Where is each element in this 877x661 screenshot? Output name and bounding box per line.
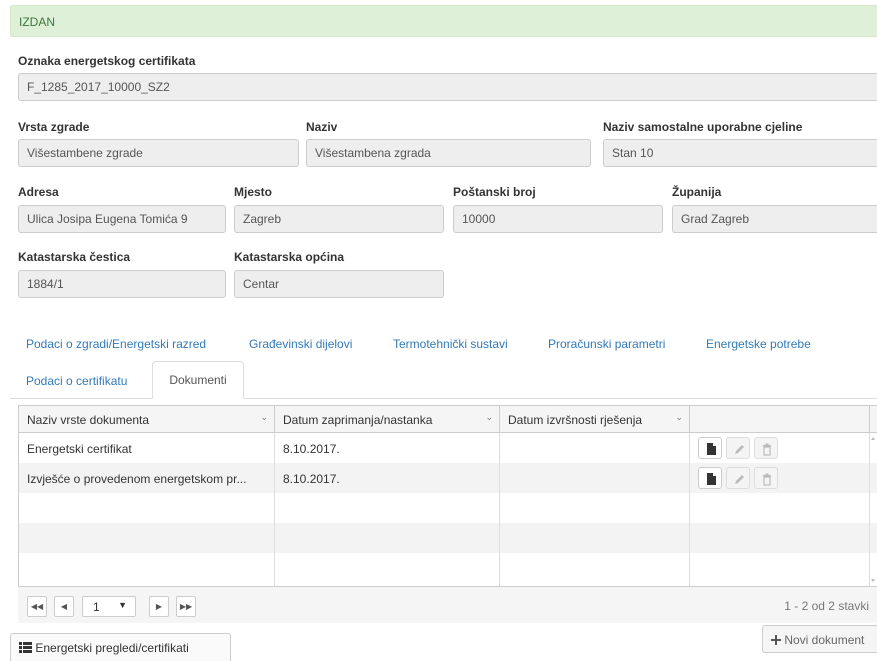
grid-pager: ◀◀ ◀ 1 ▼ ▶ ▶▶ 1 - 2 od 2 stavki <box>18 586 877 623</box>
actions-cell <box>690 463 870 493</box>
document-type-cell: Energetski certifikat <box>19 433 275 463</box>
column-header-received-date[interactable]: Datum zaprimanja/nastanka ⌄ <box>275 406 500 433</box>
edit-document-button[interactable] <box>726 467 750 489</box>
column-header-actions <box>690 406 870 433</box>
next-page-button[interactable]: ▶ <box>149 596 169 617</box>
table-row[interactable]: Izvješće o provedenom energetskom pr... … <box>19 463 877 493</box>
effective-date-cell <box>500 463 690 493</box>
list-icon <box>19 642 32 653</box>
certificate-field[interactable]: F_1285_2017_10000_SZ2 <box>18 73 877 101</box>
status-banner: IZDAN <box>10 5 877 37</box>
pager-info: 1 - 2 od 2 stavki <box>784 599 869 613</box>
column-header-document-type[interactable]: Naziv vrste dokumenta ⌄ <box>19 406 275 433</box>
actions-cell <box>690 433 870 463</box>
pencil-icon <box>735 445 744 454</box>
received-date-cell: 8.10.2017. <box>275 433 500 463</box>
city-label: Mjesto <box>234 185 273 199</box>
view-document-button[interactable] <box>698 467 722 489</box>
chevron-down-icon[interactable]: ⌄ <box>675 412 683 423</box>
column-header-effective-date[interactable]: Datum izvršnosti rješenja ⌄ <box>500 406 690 433</box>
building-type-field[interactable]: Višestambene zgrade <box>18 139 299 167</box>
chevron-down-icon[interactable]: ⌄ <box>260 412 268 423</box>
view-document-button[interactable] <box>698 437 722 459</box>
trash-icon <box>763 443 771 456</box>
chevron-down-icon[interactable]: ⌄ <box>485 412 493 423</box>
address-label: Adresa <box>18 185 59 199</box>
trash-icon <box>763 473 771 486</box>
cadastral-municipality-field[interactable]: Centar <box>234 270 444 298</box>
page-select[interactable]: 1 ▼ <box>82 596 136 617</box>
tab-thermotechnical-systems[interactable]: Termotehnički sustavi <box>393 337 508 351</box>
delete-document-button[interactable] <box>754 467 778 489</box>
postal-code-label: Poštanski broj <box>453 185 536 199</box>
tab-building-energy-class[interactable]: Podaci o zgradi/Energetski razred <box>26 337 206 351</box>
delete-document-button[interactable] <box>754 437 778 459</box>
county-label: Županija <box>672 185 722 199</box>
building-type-label: Vrsta zgrade <box>18 120 90 134</box>
table-row[interactable]: Energetski certifikat 8.10.2017. <box>19 433 877 463</box>
unit-name-label: Naziv samostalne uporabne cjeline <box>603 120 803 134</box>
county-field[interactable]: Grad Zagreb <box>672 205 877 233</box>
empty-row <box>19 523 877 553</box>
certificate-label: Oznaka energetskog certifikata <box>18 54 196 68</box>
cadastral-municipality-label: Katastarska općina <box>234 250 345 264</box>
edit-document-button[interactable] <box>726 437 750 459</box>
tab-building-parts[interactable]: Građevinski dijelovi <box>249 337 352 351</box>
vertical-scrollbar[interactable] <box>869 433 877 586</box>
file-icon <box>707 473 716 485</box>
empty-row <box>19 553 877 586</box>
tab-certificate-data[interactable]: Podaci o certifikatu <box>26 374 127 388</box>
address-field[interactable]: Ulica Josipa Eugena Tomića 9 <box>18 205 226 233</box>
tab-calculation-parameters[interactable]: Proračunski parametri <box>548 337 665 351</box>
city-field[interactable]: Zagreb <box>234 205 444 233</box>
document-type-cell: Izvješće o provedenom energetskom pr... <box>19 463 275 493</box>
empty-row <box>19 493 877 523</box>
cadastral-parcel-label: Katastarska čestica <box>18 250 131 264</box>
postal-code-field[interactable]: 10000 <box>453 205 663 233</box>
building-name-label: Naziv <box>306 120 338 134</box>
pencil-icon <box>735 475 744 484</box>
previous-page-button[interactable]: ◀ <box>54 596 74 617</box>
first-page-button[interactable]: ◀◀ <box>27 596 47 617</box>
plus-icon <box>771 635 781 645</box>
file-icon <box>707 443 716 455</box>
cadastral-parcel-field[interactable]: 1884/1 <box>18 270 226 298</box>
column-header-filler <box>870 406 877 433</box>
certificates-list-button[interactable]: Energetski pregledi/certifikati <box>10 633 231 661</box>
tab-energy-needs[interactable]: Energetske potrebe <box>706 337 811 351</box>
unit-name-field[interactable]: Stan 10 <box>603 139 877 167</box>
tabs-divider <box>10 398 877 399</box>
caret-down-icon: ▼ <box>118 600 127 610</box>
building-name-field[interactable]: Višestambena zgrada <box>306 139 591 167</box>
last-page-button[interactable]: ▶▶ <box>176 596 196 617</box>
tab-documents[interactable]: Dokumenti <box>152 361 244 399</box>
new-document-button[interactable]: Novi dokument <box>762 625 877 653</box>
effective-date-cell <box>500 433 690 463</box>
received-date-cell: 8.10.2017. <box>275 463 500 493</box>
